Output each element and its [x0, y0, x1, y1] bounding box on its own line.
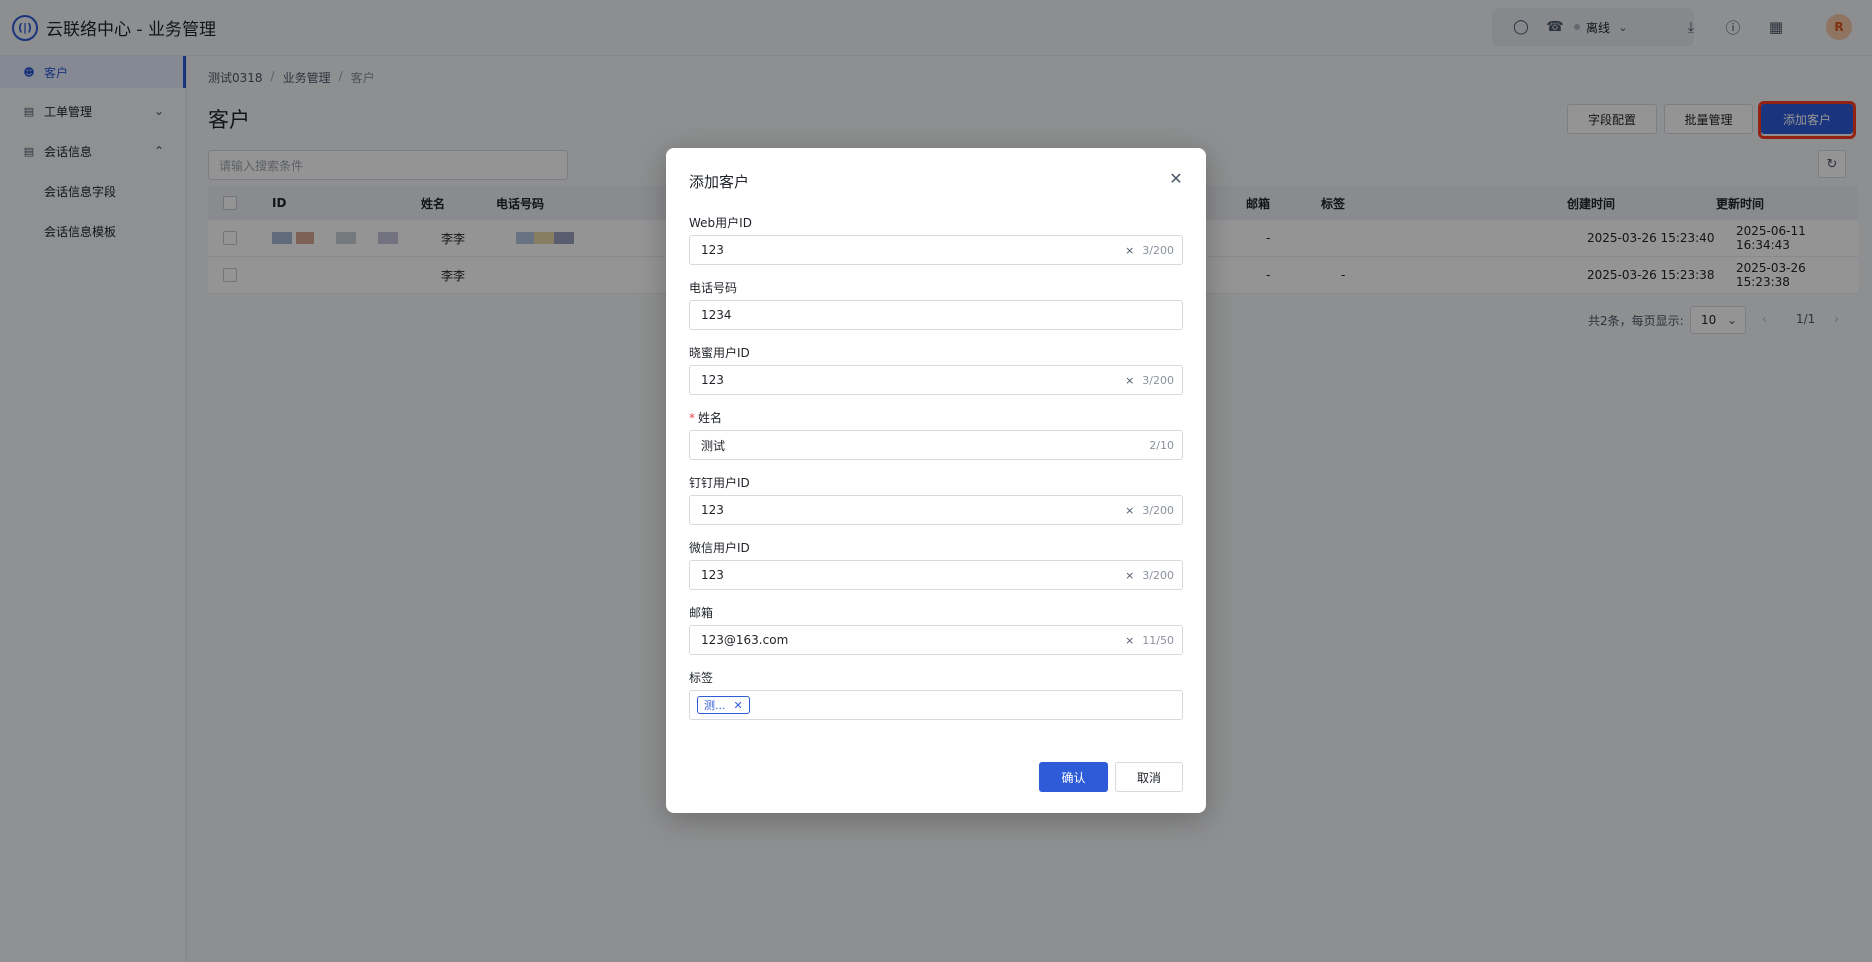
phone-input[interactable]: 1234 — [689, 300, 1183, 330]
email-input[interactable]: 123@163.com × 11/50 — [689, 625, 1183, 655]
dingtalk-id-value: 123 — [701, 503, 724, 517]
name-label: * 姓名 — [689, 409, 722, 426]
cancel-button[interactable]: 取消 — [1115, 762, 1183, 792]
clear-icon[interactable]: × — [1125, 244, 1134, 257]
clear-icon[interactable]: × — [1125, 569, 1134, 582]
char-count: 3/200 — [1142, 503, 1174, 517]
tags-input[interactable]: 测... ✕ — [689, 690, 1183, 720]
tag-chip[interactable]: 测... ✕ — [697, 696, 750, 714]
wechat-id-label: 微信用户ID — [689, 541, 750, 555]
wechat-id-input[interactable]: 123 × 3/200 — [689, 560, 1183, 590]
clear-icon[interactable]: × — [1125, 504, 1134, 517]
web-id-input[interactable]: 123 × 3/200 — [689, 235, 1183, 265]
dingtalk-id-input[interactable]: 123 × 3/200 — [689, 495, 1183, 525]
web-id-value: 123 — [701, 243, 724, 257]
tags-label: 标签 — [689, 671, 714, 685]
dialog-title: 添加客户 — [689, 173, 750, 191]
phone-label: 电话号码 — [689, 281, 738, 295]
required-mark: * — [689, 411, 695, 425]
phone-value: 1234 — [701, 308, 732, 322]
email-value: 123@163.com — [701, 633, 789, 647]
char-count: 3/200 — [1142, 568, 1174, 582]
char-count: 2/10 — [1149, 438, 1174, 452]
add-customer-dialog: 添加客户 ✕ Web用户ID 123 × 3/200 电话号码 1234 晓蜜用… — [666, 148, 1206, 813]
char-count: 3/200 — [1142, 243, 1174, 257]
tag-remove-icon[interactable]: ✕ — [734, 699, 743, 712]
xiaomi-id-label: 晓蜜用户ID — [689, 346, 750, 360]
clear-icon[interactable]: × — [1125, 374, 1134, 387]
name-label-text: 姓名 — [698, 411, 723, 425]
tag-chip-label: 测... — [704, 699, 726, 712]
wechat-id-value: 123 — [701, 568, 724, 582]
web-id-label: Web用户ID — [689, 216, 752, 230]
name-input[interactable]: 测试 2/10 — [689, 430, 1183, 460]
char-count: 3/200 — [1142, 373, 1174, 387]
confirm-button[interactable]: 确认 — [1039, 762, 1108, 792]
clear-icon[interactable]: × — [1125, 634, 1134, 647]
xiaomi-id-input[interactable]: 123 × 3/200 — [689, 365, 1183, 395]
dingtalk-id-label: 钉钉用户ID — [689, 476, 750, 490]
close-icon[interactable]: ✕ — [1166, 168, 1186, 188]
char-count: 11/50 — [1142, 633, 1174, 647]
xiaomi-id-value: 123 — [701, 373, 724, 387]
name-value: 测试 — [701, 438, 726, 453]
email-label: 邮箱 — [689, 606, 714, 620]
